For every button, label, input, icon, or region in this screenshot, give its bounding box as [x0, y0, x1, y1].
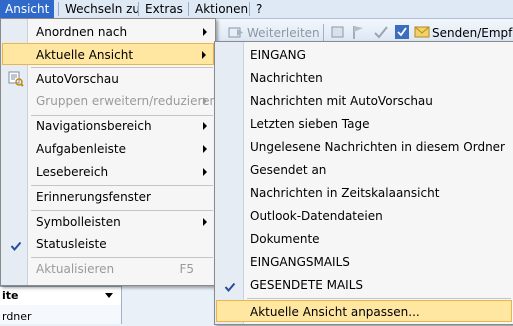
menu-item-aktuelle-ansicht[interactable]: Aktuelle Ansicht: [2, 43, 214, 65]
submenu-arrow-icon: [203, 218, 207, 226]
submenu-arrow-icon: [203, 28, 207, 36]
menu-item-lesebereich[interactable]: Lesebereich: [2, 161, 214, 183]
categorize-icon[interactable]: [330, 24, 346, 40]
view-option-ungelesene-nachrichten[interactable]: Ungelesene Nachrichten in diesem Ordner: [216, 136, 512, 158]
menu-help[interactable]: ?: [251, 0, 267, 18]
submenu-arrow-icon: [203, 122, 207, 130]
send-receive-button[interactable]: Senden/Empfan: [432, 26, 513, 40]
view-option-dokumente[interactable]: Dokumente: [216, 228, 512, 250]
menu-item-label: Erinnerungsfenster: [36, 190, 151, 204]
mark-complete-icon[interactable]: [373, 24, 389, 40]
menu-item-gruppen-erweitern[interactable]: Gruppen erweitern/reduzieren: [2, 90, 218, 112]
menu-aktionen-label: Aktionen: [195, 2, 249, 16]
menu-wechseln-zu-label: Wechseln zu: [65, 2, 141, 16]
menu-item-label: Aktuelle Ansicht: [36, 48, 134, 62]
view-menu: Anordnen nach Aktuelle Ansicht AutoVorsc…: [0, 18, 218, 286]
chevron-down-icon[interactable]: [105, 293, 113, 298]
menu-item-label: Aktuelle Ansicht anpassen...: [250, 305, 420, 319]
forward-icon: [228, 27, 243, 38]
menu-item-label: Ungelesene Nachrichten in diesem Ordner: [250, 140, 505, 154]
menu-ansicht[interactable]: Ansicht: [0, 0, 55, 18]
menubar: Ansicht Wechseln zu Extras Aktionen ?: [0, 0, 513, 19]
view-option-gesendete-mails[interactable]: GESENDETE MAILS: [216, 274, 512, 296]
forward-button[interactable]: Weiterleiten: [247, 26, 320, 40]
menu-ansicht-label: Ansicht: [5, 2, 50, 16]
menu-item-aufgabenleiste[interactable]: Aufgabenleiste: [2, 138, 214, 160]
menu-wechseln-zu[interactable]: Wechseln zu: [60, 0, 145, 18]
menu-item-label: Nachrichten: [250, 71, 323, 85]
current-view-submenu: EINGANG Nachrichten Nachrichten mit Auto…: [214, 41, 513, 325]
menu-item-anordnen-nach[interactable]: Anordnen nach: [2, 21, 214, 43]
menu-item-label: Letzten sieben Tage: [250, 117, 370, 131]
nav-pane-row[interactable]: ite: [0, 286, 121, 305]
menu-extras[interactable]: Extras: [140, 0, 188, 18]
menu-item-label: Nachrichten mit AutoVorschau: [250, 94, 433, 108]
menu-item-label: Outlook-Datendateien: [250, 209, 383, 223]
menu-item-label: Navigationsbereich: [36, 119, 152, 133]
menu-extras-label: Extras: [145, 2, 183, 16]
view-option-gesendet-an[interactable]: Gesendet an: [216, 159, 512, 181]
view-option-letzten-sieben-tage[interactable]: Letzten sieben Tage: [216, 113, 512, 135]
view-option-eingang[interactable]: EINGANG: [216, 44, 512, 66]
view-option-nachrichten-autovorschau[interactable]: Nachrichten mit AutoVorschau: [216, 90, 512, 112]
menu-item-label: Nachrichten in Zeitskalaansicht: [250, 186, 440, 200]
menu-item-shortcut: F5: [179, 262, 194, 276]
view-option-zeitskalaansicht[interactable]: Nachrichten in Zeitskalaansicht: [216, 182, 512, 204]
submenu-arrow-icon: [203, 145, 207, 153]
view-option-eingangsmails[interactable]: EINGANGSMAILS: [216, 251, 512, 273]
view-option-nachrichten[interactable]: Nachrichten: [216, 67, 512, 89]
menu-item-label: Aktualisieren: [36, 262, 115, 276]
menu-item-label: EINGANGSMAILS: [250, 255, 350, 269]
menu-item-autovorschau[interactable]: AutoVorschau: [2, 68, 214, 90]
menu-item-navigationsbereich[interactable]: Navigationsbereich: [2, 115, 214, 137]
flag-icon[interactable]: [350, 24, 366, 40]
checkmark-icon: [10, 237, 22, 259]
menubar-divider: [188, 2, 189, 16]
menu-help-label: ?: [256, 2, 263, 16]
menu-item-label: Anordnen nach: [36, 25, 128, 39]
menu-item-label: Symbolleisten: [36, 215, 121, 229]
menu-item-label: AutoVorschau: [36, 72, 119, 86]
send-receive-icon[interactable]: [414, 24, 430, 40]
autopreview-icon: [8, 71, 24, 87]
submenu-arrow-icon: [203, 97, 207, 105]
menu-item-symbolleisten[interactable]: Symbolleisten: [2, 211, 214, 233]
nav-pane-row-label: ite: [2, 289, 19, 302]
submenu-arrow-icon: [203, 168, 207, 176]
menu-item-label: Lesebereich: [36, 165, 109, 179]
menubar-divider: [58, 2, 59, 16]
menu-item-label: Gesendet an: [250, 163, 327, 177]
nav-pane-row[interactable]: rdner: [0, 308, 121, 326]
menu-item-erinnerungsfenster[interactable]: Erinnerungsfenster: [2, 186, 214, 208]
menu-item-label: GESENDETE MAILS: [250, 278, 364, 292]
submenu-arrow-icon: [202, 51, 206, 59]
checkmark-icon: [224, 278, 236, 300]
menu-separator: [247, 298, 511, 299]
menu-item-label: Dokumente: [250, 232, 320, 246]
menu-item-label: Gruppen erweitern/reduzieren: [36, 94, 218, 108]
view-option-ansicht-anpassen[interactable]: Aktuelle Ansicht anpassen...: [216, 300, 512, 322]
menu-item-statusleiste[interactable]: Statusleiste: [2, 233, 214, 255]
toolbar-divider: [323, 24, 324, 42]
menu-item-label: EINGANG: [250, 48, 306, 62]
menu-item-aktualisieren[interactable]: Aktualisieren F5: [2, 258, 214, 280]
menubar-divider: [138, 2, 139, 16]
nav-pane-row-label: rdner: [2, 310, 32, 323]
menu-item-label: Statusleiste: [36, 237, 107, 251]
menu-item-label: Aufgabenleiste: [36, 142, 127, 156]
menu-aktionen[interactable]: Aktionen: [190, 0, 253, 18]
view-option-outlook-datendateien[interactable]: Outlook-Datendateien: [216, 205, 512, 227]
rules-icon[interactable]: [394, 24, 410, 40]
menubar-divider: [249, 2, 250, 16]
